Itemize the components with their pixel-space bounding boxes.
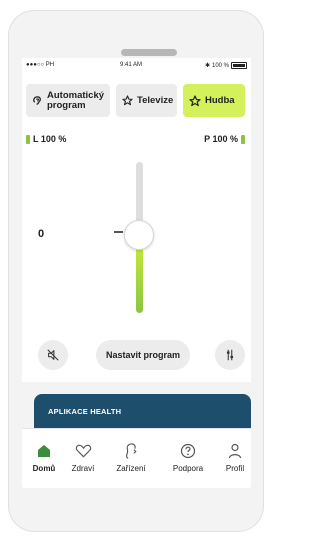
volume-slider-handle[interactable]: [124, 220, 154, 250]
heart-icon: [75, 444, 91, 458]
auto-program-icon: [33, 96, 41, 105]
sliders-icon: [226, 349, 234, 361]
program-tv[interactable]: Televize: [116, 84, 177, 117]
program-automatic[interactable]: Automatický program: [26, 84, 110, 117]
battery-level-icon: [241, 134, 245, 144]
star-icon: [189, 94, 201, 106]
right-battery-label: P 100 %: [204, 134, 238, 144]
app-screen: ●●●○○ PH 9:41 AM ✱ 100 % Automatický pro…: [22, 58, 251, 488]
nav-profile-label: Profil: [225, 464, 245, 473]
hearing-aid-icon: [126, 442, 137, 459]
program-music[interactable]: Hudba: [183, 84, 245, 117]
nav-devices[interactable]: Zařízení: [108, 441, 154, 473]
program-carousel: Automatický program Televize Hudba: [26, 84, 251, 118]
program-label: Televize: [137, 94, 174, 106]
carrier-text: ●●●○○ PH: [26, 62, 55, 68]
nav-health-label: Zdraví: [71, 464, 95, 473]
speaker-muted-icon: [47, 349, 59, 361]
home-icon: [38, 445, 50, 457]
nav-health[interactable]: Zdraví: [60, 441, 106, 473]
left-device-battery: L 100 %: [26, 134, 66, 144]
set-program-button[interactable]: Nastavit program: [96, 340, 190, 370]
program-label: Hudba: [205, 94, 235, 106]
nav-support-label: Podpora: [172, 464, 204, 473]
help-icon: [180, 443, 196, 459]
clock: 9:41 AM: [120, 62, 143, 68]
bottom-navigation: Domů Zdraví Zařízení Podpora Profil: [22, 428, 251, 488]
health-banner-title: APLIKACE HEALTH: [48, 407, 122, 416]
program-label: Automatický program: [47, 89, 105, 111]
battery-level-icon: [26, 134, 30, 144]
volume-track-filled[interactable]: [136, 241, 143, 313]
battery-icon: [231, 62, 247, 69]
battery-percent: 100 %: [211, 62, 229, 69]
star-icon: [122, 95, 133, 106]
nav-profile[interactable]: Profil: [212, 441, 251, 473]
nav-devices-label: Zařízení: [116, 464, 146, 473]
minus-icon: [114, 231, 123, 233]
battery-status: ✱ 100 %: [205, 62, 247, 69]
right-device-battery: P 100 %: [204, 134, 245, 144]
left-battery-label: L 100 %: [33, 134, 67, 144]
user-icon: [228, 443, 242, 459]
bluetooth-icon: ✱: [204, 63, 210, 69]
phone-speaker: [121, 49, 177, 56]
equalizer-button[interactable]: [215, 340, 245, 370]
status-bar: ●●●○○ PH 9:41 AM ✱ 100 %: [22, 58, 251, 74]
volume-value: 0: [38, 228, 45, 240]
mute-button[interactable]: [38, 340, 68, 370]
nav-support[interactable]: Podpora: [165, 441, 211, 473]
